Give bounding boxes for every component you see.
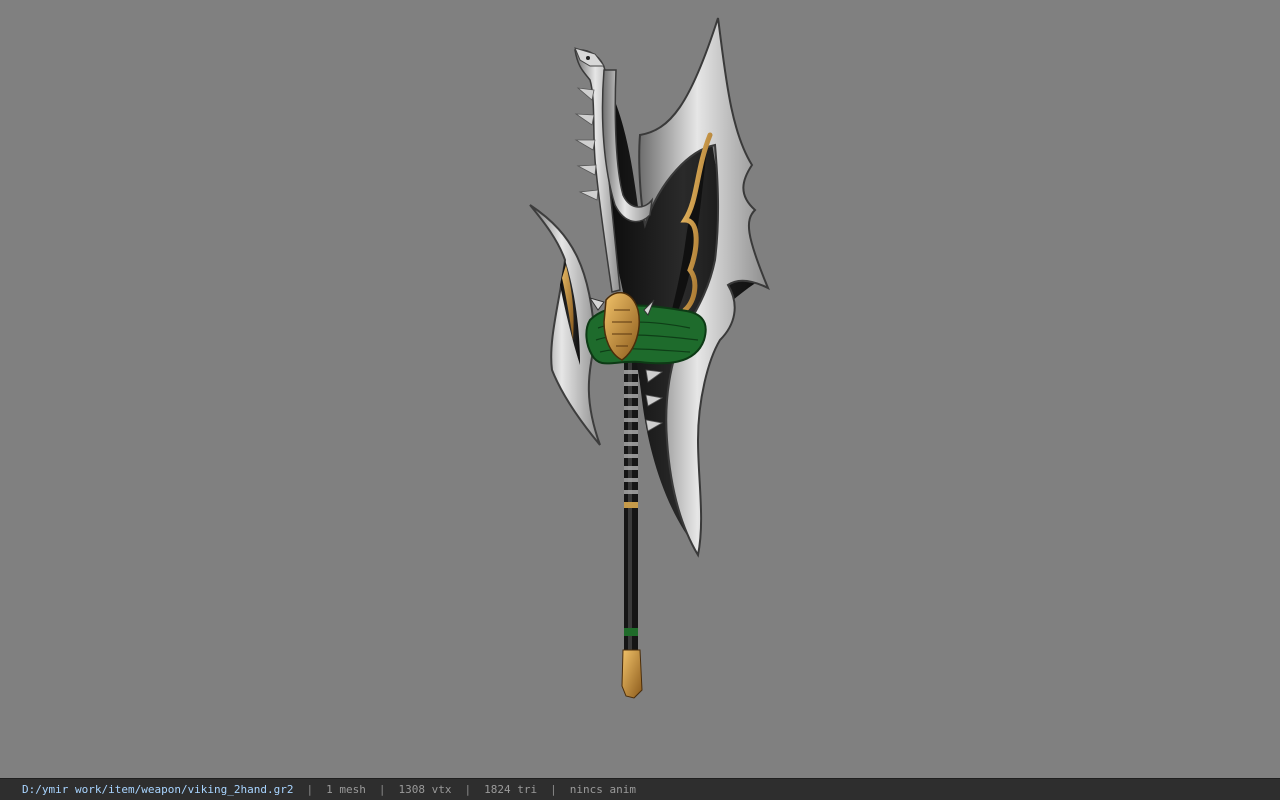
status-separator: | — [378, 783, 386, 796]
file-path-label: D:/ymir work/item/weapon/viking_2hand.gr… — [22, 783, 294, 796]
status-separator: | — [464, 783, 472, 796]
model-viewport[interactable] — [0, 0, 1280, 778]
triangle-count-label: 1824 tri — [484, 783, 538, 796]
animation-status-label: nincs anim — [569, 783, 636, 796]
status-separator: | — [550, 783, 557, 796]
status-bar: D:/ymir work/item/weapon/viking_2hand.gr… — [0, 778, 1280, 800]
mesh-count-label: 1 mesh — [326, 783, 366, 796]
weapon-model-render — [529, 17, 770, 699]
vertex-count-label: 1308 vtx — [398, 783, 452, 796]
status-separator: | — [306, 783, 314, 796]
